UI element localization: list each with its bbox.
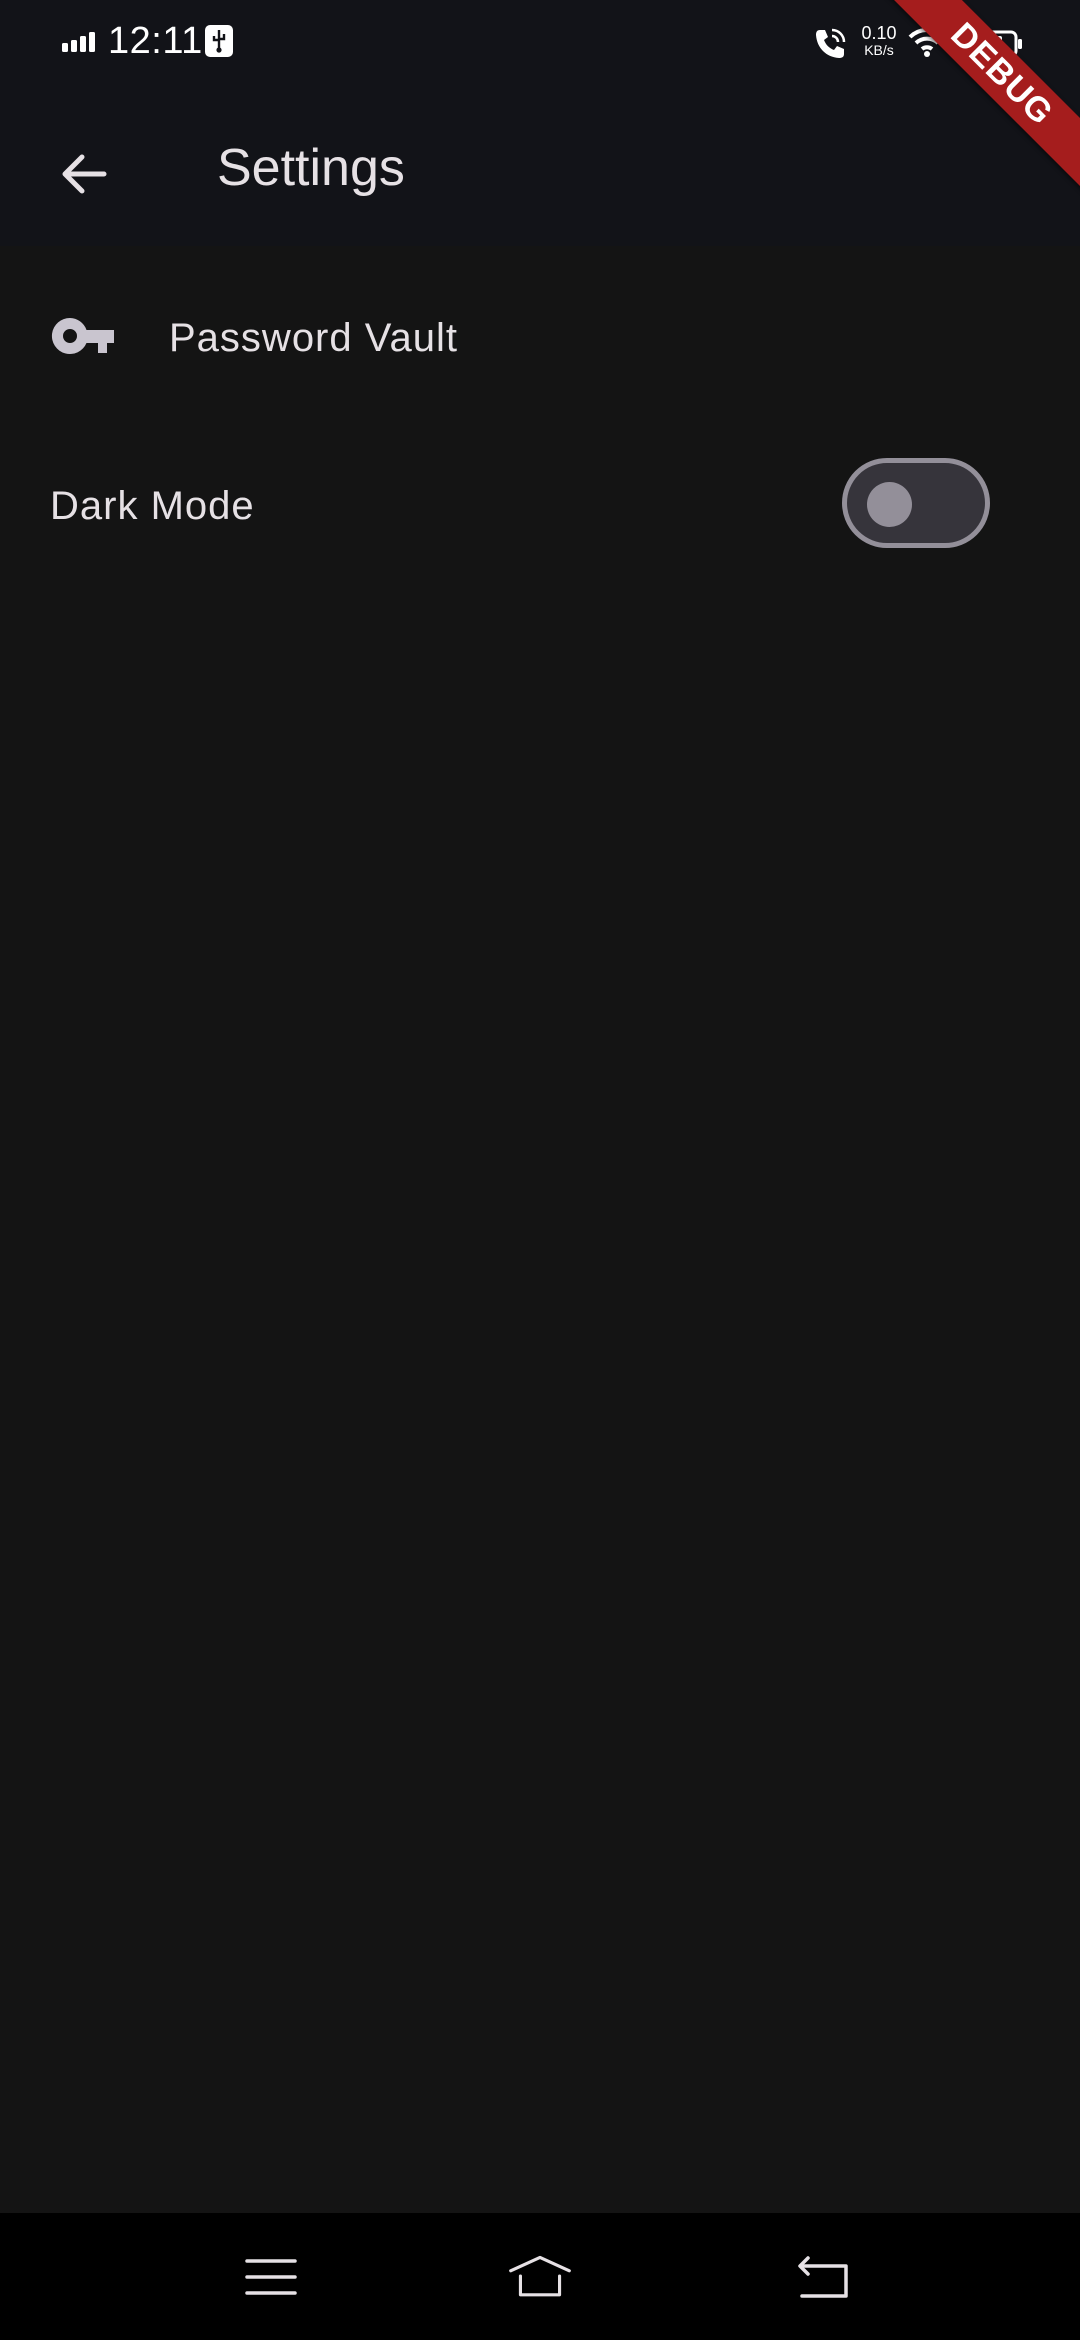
password-vault-item[interactable]: Password Vault bbox=[0, 276, 1080, 398]
status-time: 12:11 bbox=[108, 20, 203, 62]
key-icon bbox=[50, 316, 116, 361]
settings-screen: 12:11 0.10 KB/s DEBUG Settings Password … bbox=[0, 0, 1080, 2340]
system-nav-bar bbox=[0, 2213, 1080, 2340]
network-speed: 0.10 KB/s bbox=[854, 23, 904, 59]
back-icon bbox=[798, 2256, 848, 2298]
usb-debug-icon bbox=[204, 24, 234, 63]
dark-mode-label: Dark Mode bbox=[50, 484, 255, 528]
password-vault-label: Password Vault bbox=[169, 316, 458, 360]
dark-mode-toggle[interactable] bbox=[842, 458, 990, 548]
nav-home-button[interactable] bbox=[508, 2245, 572, 2309]
menu-icon bbox=[245, 2259, 297, 2295]
arrow-back-icon bbox=[62, 154, 107, 194]
network-speed-unit: KB/s bbox=[864, 42, 894, 58]
app-bar: Settings bbox=[0, 88, 1080, 246]
wifi-call-icon bbox=[812, 26, 848, 67]
signal-icon bbox=[62, 30, 102, 57]
back-button[interactable] bbox=[40, 130, 128, 218]
page-title: Settings bbox=[217, 139, 405, 197]
dark-mode-item: Dark Mode bbox=[0, 446, 1080, 566]
nav-menu-button[interactable] bbox=[239, 2245, 303, 2309]
toggle-thumb bbox=[867, 482, 912, 527]
home-icon bbox=[509, 2255, 571, 2297]
network-speed-value: 0.10 bbox=[861, 23, 897, 43]
nav-back-button[interactable] bbox=[792, 2245, 856, 2309]
